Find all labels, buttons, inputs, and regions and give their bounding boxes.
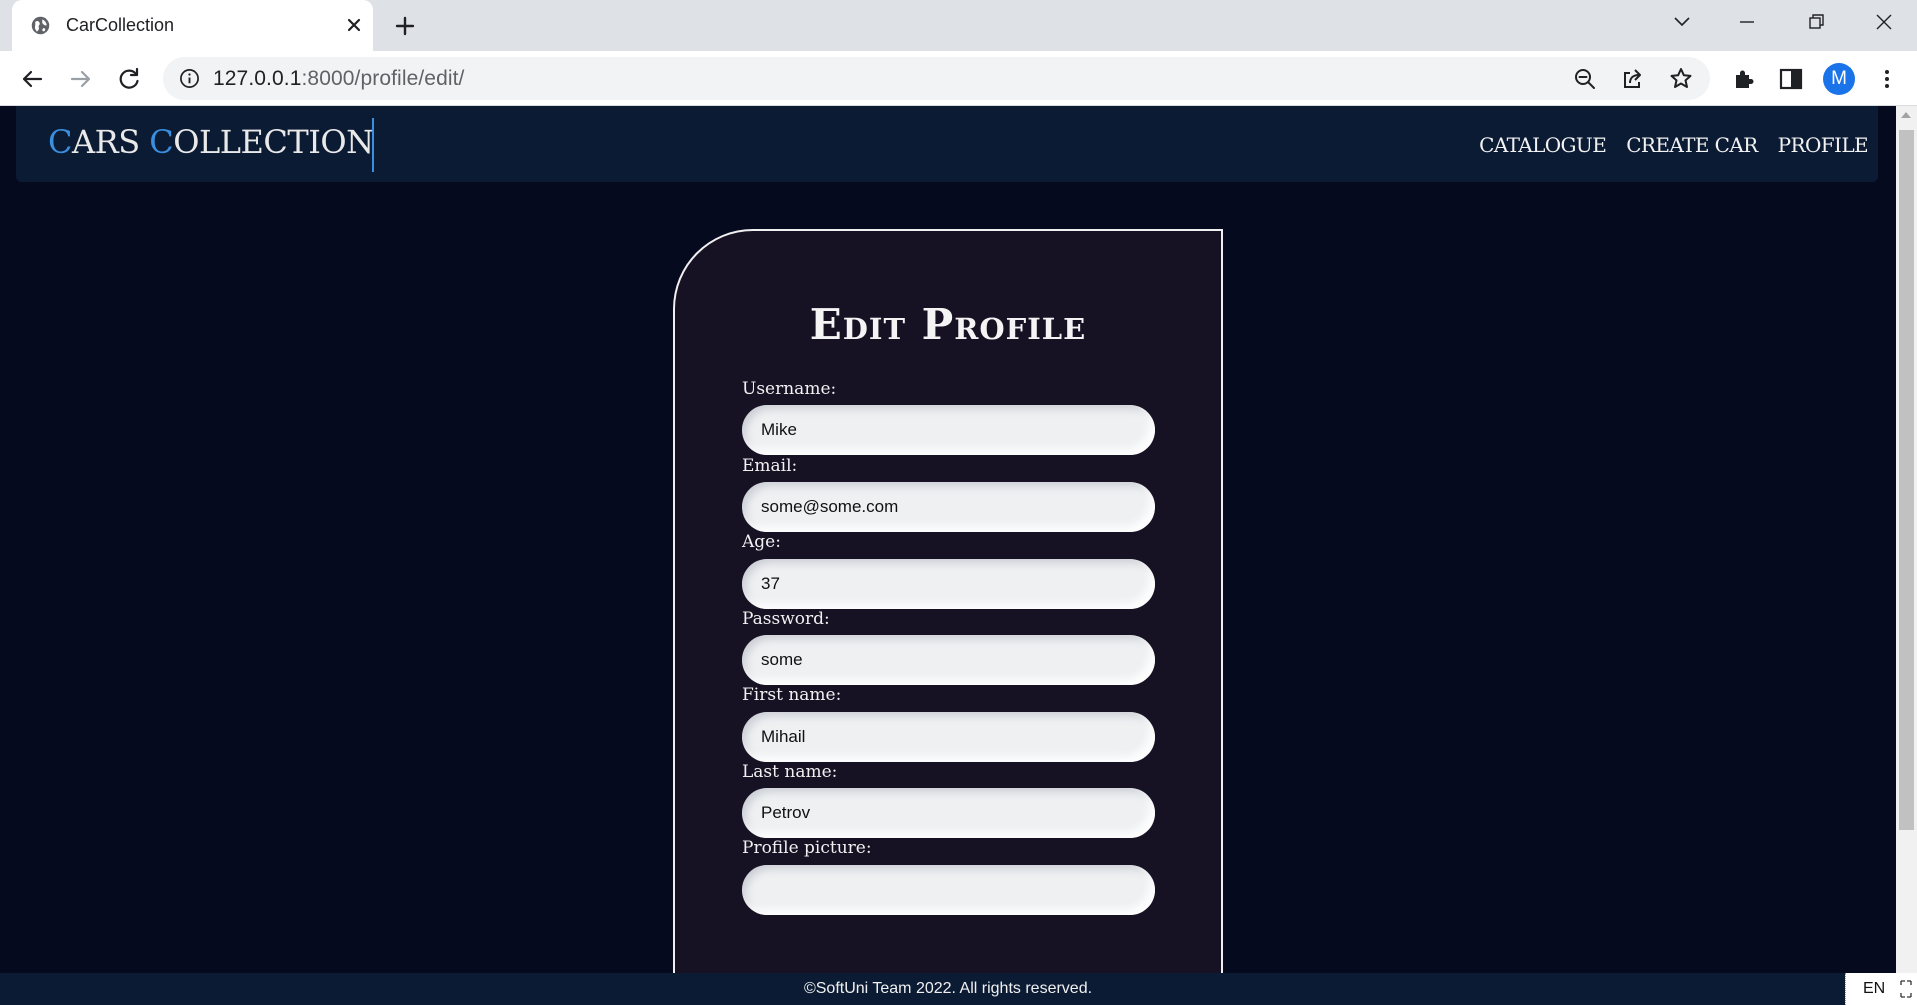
star-icon[interactable]	[1668, 66, 1694, 92]
footer-copyright: ©SoftUni Team 2022. All rights reserved.	[803, 980, 1093, 997]
zoom-out-icon[interactable]	[1572, 66, 1598, 92]
last-name-input[interactable]	[742, 788, 1155, 838]
more-vert-icon[interactable]	[1872, 64, 1902, 94]
password-label: Password:	[742, 609, 830, 629]
language-label: EN	[1863, 980, 1886, 997]
keyboard-layout-icon	[1900, 980, 1912, 998]
scroll-thumb[interactable]	[1899, 130, 1914, 830]
plus-icon[interactable]	[390, 11, 420, 41]
username-input[interactable]	[742, 405, 1155, 455]
logo-divider	[372, 118, 374, 172]
reload-icon[interactable]	[114, 64, 144, 94]
info-icon[interactable]	[179, 68, 200, 89]
tab-title: CarCollection	[66, 15, 175, 35]
first-name-input[interactable]	[742, 712, 1155, 762]
email-label: Email:	[742, 456, 798, 476]
age-label: Age:	[742, 532, 781, 552]
chevron-down-icon[interactable]	[1664, 6, 1700, 38]
browser-tab-bar: CarCollection	[0, 0, 1917, 51]
close-window-icon[interactable]	[1866, 6, 1902, 38]
language-indicator[interactable]: EN	[1845, 973, 1917, 1005]
last-name-label: Last name:	[742, 762, 838, 782]
logo-initial-c2: C	[149, 123, 174, 161]
close-icon[interactable]	[340, 11, 368, 39]
first-name-label: First name:	[742, 685, 842, 705]
logo-word-ollection: OLLECTION	[173, 123, 374, 161]
site-footer: ©SoftUni Team 2022. All rights reserved.	[0, 973, 1845, 1005]
nav-link-profile[interactable]: PROFILE	[1778, 133, 1869, 157]
back-arrow-icon[interactable]	[17, 64, 47, 94]
url-host: 127.0.0.1	[213, 67, 302, 90]
page-title: Edit Profile	[809, 300, 1087, 349]
address-bar[interactable]: 127.0.0.1:8000/profile/edit/	[163, 57, 1710, 100]
share-icon[interactable]	[1620, 66, 1646, 92]
nav-link-create-car[interactable]: CREATE CAR	[1626, 133, 1758, 157]
email-input[interactable]	[742, 482, 1155, 532]
edit-profile-card: Edit Profile Username: Email: Age: Passw…	[673, 229, 1223, 973]
username-label: Username:	[742, 379, 837, 399]
profile-avatar[interactable]: M	[1823, 63, 1855, 95]
minimize-icon[interactable]	[1729, 6, 1765, 38]
profile-picture-label: Profile picture:	[742, 838, 872, 858]
nav-link-catalogue[interactable]: CATALOGUE	[1479, 133, 1607, 157]
restore-icon[interactable]	[1798, 6, 1834, 38]
logo-initial-c: C	[48, 123, 72, 161]
page-viewport: CARS COLLECTION CATALOGUE CREATE CAR PRO…	[0, 106, 1896, 973]
site-header: CARS COLLECTION CATALOGUE CREATE CAR PRO…	[16, 106, 1878, 182]
profile-picture-input[interactable]	[742, 865, 1155, 915]
age-input[interactable]	[742, 559, 1155, 609]
url-path: :8000/profile/edit/	[301, 67, 465, 90]
side-panel-icon[interactable]	[1776, 64, 1806, 94]
main-nav: CATALOGUE CREATE CAR PROFILE	[1479, 133, 1868, 157]
logo-word-ars: ARS	[71, 123, 150, 161]
browser-toolbar: 127.0.0.1:8000/profile/edit/ M	[0, 51, 1917, 106]
browser-tab[interactable]: CarCollection	[12, 0, 373, 51]
globe-icon	[31, 16, 50, 35]
password-input[interactable]	[742, 635, 1155, 685]
extensions-icon[interactable]	[1729, 64, 1759, 94]
scroll-up-arrow[interactable]	[1901, 112, 1911, 118]
forward-arrow-icon[interactable]	[66, 64, 96, 94]
site-logo[interactable]: CARS COLLECTION	[48, 123, 374, 161]
page-scrollbar[interactable]	[1896, 106, 1917, 973]
url-text: 127.0.0.1:8000/profile/edit/	[213, 67, 465, 91]
